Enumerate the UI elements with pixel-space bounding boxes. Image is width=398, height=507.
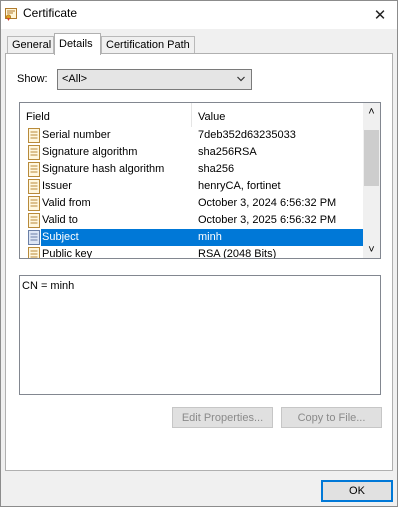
field-list: Field Value Serial number 7deb352d632350… xyxy=(19,102,381,259)
field-name: Valid from xyxy=(42,197,91,209)
tab-details[interactable]: Details xyxy=(54,33,101,55)
field-name: Signature hash algorithm xyxy=(42,163,165,175)
field-value: RSA (2048 Bits) xyxy=(198,248,277,259)
list-item[interactable]: Public key RSA (2048 Bits) xyxy=(20,246,363,259)
field-name: Subject xyxy=(42,231,79,243)
field-doc-icon xyxy=(28,145,40,160)
list-scrollbar[interactable]: ˄ ˅ xyxy=(363,103,380,258)
chevron-up-icon: ˄ xyxy=(368,105,375,118)
list-item[interactable]: Serial number 7deb352d63235033 xyxy=(20,127,363,144)
chevron-down-icon: ˅ xyxy=(368,243,375,256)
window-title: Certificate xyxy=(23,6,78,20)
column-header-field[interactable]: Field xyxy=(26,111,50,123)
certificate-icon xyxy=(5,8,17,21)
field-value: October 3, 2024 6:56:32 PM xyxy=(198,197,337,209)
close-icon: ✕ xyxy=(373,7,387,24)
ok-button[interactable]: OK xyxy=(321,480,393,502)
field-value: October 3, 2025 6:56:32 PM xyxy=(198,214,337,226)
field-doc-icon xyxy=(28,128,40,143)
field-detail-box[interactable]: CN = minh xyxy=(19,275,381,395)
list-item[interactable]: Valid from October 3, 2024 6:56:32 PM xyxy=(20,195,363,212)
show-label: Show: xyxy=(17,73,48,85)
field-value: 7deb352d63235033 xyxy=(198,129,296,141)
list-item[interactable]: Valid to October 3, 2025 6:56:32 PM xyxy=(20,212,363,229)
field-detail-text: CN = minh xyxy=(22,280,75,292)
scroll-thumb[interactable] xyxy=(364,130,379,186)
field-name: Public key xyxy=(42,248,93,259)
list-item[interactable]: Signature hash algorithm sha256 xyxy=(20,161,363,178)
field-value: henryCA, fortinet xyxy=(198,180,281,192)
show-dropdown-value: <All> xyxy=(62,73,88,85)
show-dropdown[interactable]: <All> xyxy=(57,69,252,90)
field-doc-icon xyxy=(28,247,40,258)
field-name: Serial number xyxy=(42,129,111,141)
copy-to-file-button[interactable]: Copy to File... xyxy=(281,407,382,428)
field-doc-icon xyxy=(28,162,40,177)
field-doc-icon xyxy=(28,179,40,194)
details-panel: Show: <All> Field Value Serial number 7d… xyxy=(5,53,393,471)
field-doc-icon xyxy=(28,213,40,228)
title-bar: Certificate ✕ xyxy=(1,1,397,29)
certificate-dialog: Certificate ✕ General Details Certificat… xyxy=(0,0,398,507)
tab-strip: General Details Certification Path xyxy=(7,33,391,55)
field-name: Issuer xyxy=(42,180,72,192)
column-divider[interactable] xyxy=(191,103,192,127)
chevron-down-icon xyxy=(237,76,245,82)
field-doc-icon xyxy=(28,196,40,211)
scroll-up-button[interactable]: ˄ xyxy=(363,103,380,120)
list-header: Field Value xyxy=(20,103,363,127)
list-item[interactable]: Signature algorithm sha256RSA xyxy=(20,144,363,161)
close-button[interactable]: ✕ xyxy=(363,1,397,29)
field-name: Valid to xyxy=(42,214,78,226)
edit-properties-button[interactable]: Edit Properties... xyxy=(172,407,273,428)
field-value: sha256RSA xyxy=(198,146,257,158)
column-header-value[interactable]: Value xyxy=(198,111,225,123)
field-name: Signature algorithm xyxy=(42,146,138,158)
scroll-down-button[interactable]: ˅ xyxy=(363,241,380,258)
list-item-selected[interactable]: Subject minh xyxy=(20,229,363,246)
field-doc-icon xyxy=(28,230,40,245)
list-item[interactable]: Issuer henryCA, fortinet xyxy=(20,178,363,195)
field-value: minh xyxy=(198,231,222,243)
field-value: sha256 xyxy=(198,163,235,175)
